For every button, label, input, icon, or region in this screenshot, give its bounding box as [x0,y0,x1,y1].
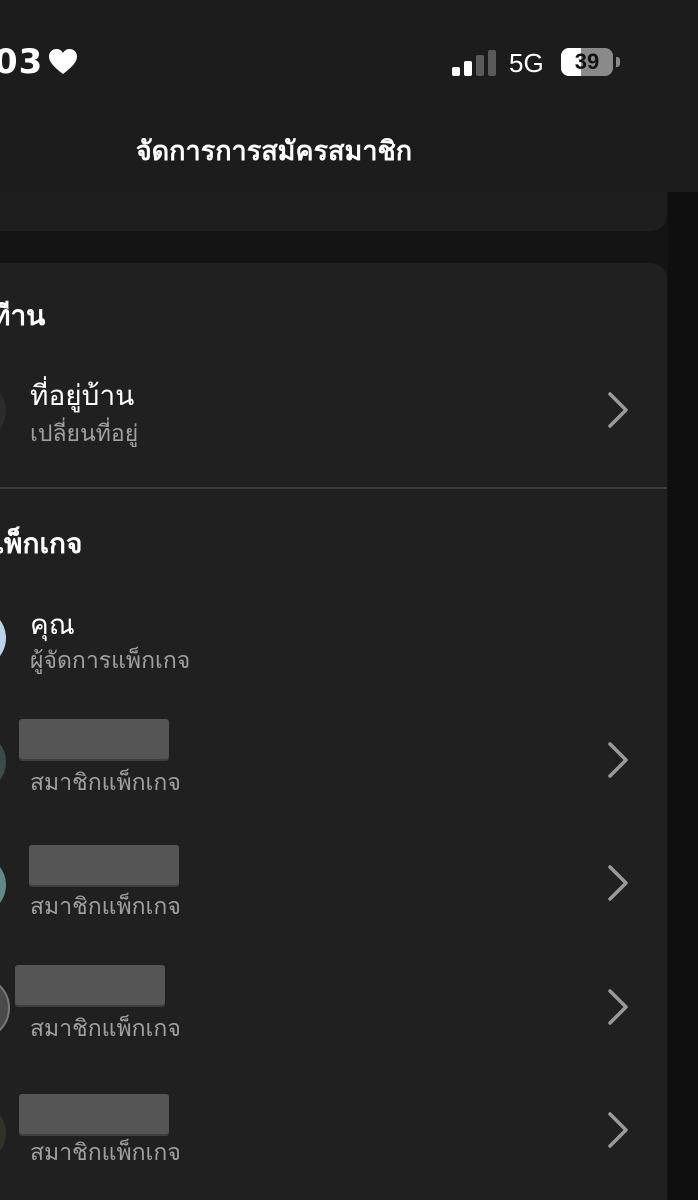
right-gutter [668,192,698,1200]
member-role: สมาชิกแพ็กเกจ [30,770,181,796]
member-name: คุณ [30,608,75,641]
chevron-right-icon [608,989,628,1025]
chevron-right-icon [608,865,628,901]
home-section-title: ทีาน [0,299,46,332]
redacted-name [15,965,165,1005]
chevron-right-icon [608,1112,628,1148]
signal-icon [452,50,496,76]
status-time: 03 [0,42,44,82]
member-role: สมาชิกแพ็กเกจ [30,1140,181,1166]
header: 03 5G 39 จัดการการสมัครสมาชิก [0,0,698,192]
member-role: สมาชิกแพ็กเกจ [30,1016,181,1042]
address-row-subtitle: เปลี่ยนที่อยู่ [30,421,139,447]
member-role: ผู้จัดการแพ็กเกจ [30,648,191,674]
heart-icon [49,49,77,74]
page-title: จัดการการสมัครสมาชิก [135,136,413,167]
member-role: สมาชิกแพ็กเกจ [30,894,181,920]
address-row-title: ที่อยู่บ้าน [30,379,135,412]
redacted-name [19,1094,169,1134]
chevron-right-icon [608,742,628,778]
chevron-right-icon [608,392,628,428]
package-section-title: แพ็กเกจ [0,527,83,560]
redacted-name [29,845,179,885]
battery-level: 39 [574,49,600,74]
network-label: 5G [509,48,544,78]
screen: 03 5G 39 จัดการการสมัครสมาชิก ทีาน ที่อย… [0,0,698,1200]
battery-icon: 39 [561,48,613,76]
section-divider [0,487,667,489]
redacted-name [19,719,169,759]
battery-cap [616,57,620,67]
